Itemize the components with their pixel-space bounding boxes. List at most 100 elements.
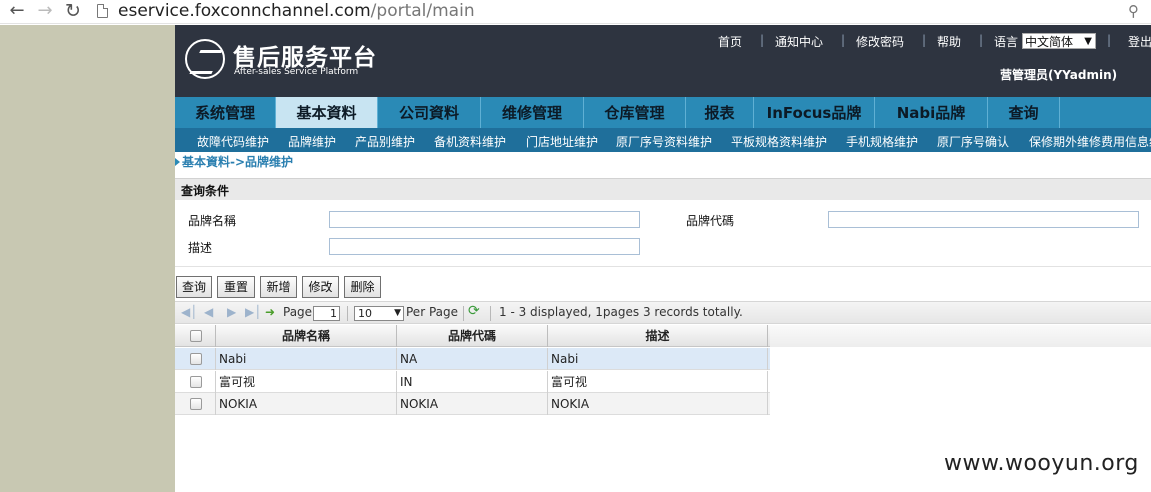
- row-select-cell: [175, 393, 216, 415]
- prev-page-icon[interactable]: ◀: [204, 305, 213, 319]
- link-logout[interactable]: 登出: [1128, 33, 1151, 50]
- link-change-password[interactable]: 修改密码: [856, 33, 904, 50]
- cell-description: 富可视: [548, 371, 768, 393]
- breadcrumb-text: 基本資料->品牌维护: [182, 155, 294, 169]
- submenu-serial-data[interactable]: 原厂序号资料维护: [616, 133, 712, 150]
- cell-brand-code: NOKIA: [397, 393, 548, 415]
- menu-query[interactable]: 查询: [988, 97, 1060, 128]
- page-size-value: 10: [358, 307, 372, 320]
- language-label: 语言: [994, 35, 1019, 49]
- submenu-fault-code[interactable]: 故障代码维护: [197, 133, 269, 150]
- language-select[interactable]: 中文简体 ▼: [1022, 33, 1096, 49]
- menu-reports[interactable]: 报表: [686, 97, 754, 128]
- brand-name-input[interactable]: [329, 211, 640, 228]
- menu-infocus[interactable]: InFocus品牌: [754, 97, 875, 128]
- address-bar[interactable]: eservice.foxconnchannel.com/portal/main: [118, 1, 475, 21]
- menu-system[interactable]: 系统管理: [175, 97, 276, 128]
- description-input[interactable]: [329, 238, 640, 255]
- submenu-phone-spec[interactable]: 手机规格维护: [846, 133, 918, 150]
- browser-toolbar: ← → ↻ eservice.foxconnchannel.com/portal…: [0, 0, 1151, 24]
- url-path: /portal/main: [370, 1, 475, 21]
- sub-menu: 故障代码维护 品牌维护 产品别维护 备机资料维护 门店地址维护 原厂序号资料维护…: [175, 128, 1151, 152]
- next-page-icon[interactable]: ▶: [227, 305, 236, 319]
- column-header-brand-code[interactable]: 品牌代碼: [397, 325, 548, 347]
- table-header: 品牌名稱 品牌代碼 描述: [175, 325, 770, 347]
- link-notifications[interactable]: 通知中心: [775, 33, 823, 50]
- brand-code-input[interactable]: [828, 211, 1139, 228]
- main-menu: 系统管理 基本資料 公司資料 维修管理 仓库管理 报表 InFocus品牌 Na…: [175, 97, 1151, 128]
- row-checkbox[interactable]: [190, 398, 202, 410]
- description-label: 描述: [188, 241, 213, 255]
- page-number-input[interactable]: 1: [313, 306, 340, 321]
- submenu-out-of-warranty-fees[interactable]: 保修期外维修费用信息维护: [1029, 133, 1151, 150]
- breadcrumb: 基本資料->品牌维护: [175, 152, 1151, 174]
- column-header-brand-name[interactable]: 品牌名稱: [216, 325, 397, 347]
- select-all-checkbox[interactable]: [190, 330, 202, 342]
- submenu-serial-confirm[interactable]: 原厂序号确认: [937, 133, 1009, 150]
- add-button[interactable]: 新增: [260, 276, 297, 298]
- table-row[interactable]: NOKIA NOKIA NOKIA: [175, 393, 770, 415]
- table-row[interactable]: Nabi NA Nabi: [175, 348, 770, 370]
- grid-header-extension: [770, 325, 1151, 347]
- submenu-spare-machine[interactable]: 备机资料维护: [434, 133, 506, 150]
- column-header-description[interactable]: 描述: [548, 325, 768, 347]
- site-subtitle: After-sales Service Platform: [234, 67, 359, 77]
- menu-nabi[interactable]: Nabi品牌: [875, 97, 988, 128]
- left-frame: [0, 25, 175, 492]
- separator: [347, 306, 348, 321]
- cell-brand-name: NOKIA: [216, 393, 397, 415]
- table-row[interactable]: 富可视 IN 富可视: [175, 371, 770, 393]
- row-select-cell: [175, 348, 216, 370]
- brand-code-label: 品牌代碼: [686, 214, 735, 228]
- divider: [175, 266, 1151, 267]
- back-arrow-icon[interactable]: ←: [6, 1, 28, 21]
- first-page-icon[interactable]: ◀│: [181, 305, 197, 319]
- select-all-cell: [175, 325, 216, 347]
- url-host: eservice.foxconnchannel.com: [118, 1, 371, 21]
- separator: |: [922, 33, 927, 47]
- row-checkbox[interactable]: [190, 353, 202, 365]
- edit-button[interactable]: 修改: [302, 276, 339, 298]
- row-checkbox[interactable]: [190, 376, 202, 388]
- submenu-product-type[interactable]: 产品别维护: [355, 133, 415, 150]
- reset-button[interactable]: 重置: [217, 276, 255, 298]
- delete-button[interactable]: 删除: [344, 276, 381, 298]
- separator: [490, 306, 491, 321]
- user-name: 营管理员(YYadmin): [1000, 68, 1118, 82]
- site-header: 售后服务平台 After-sales Service Platform 首页 |…: [175, 25, 1151, 97]
- query-panel-title: 查询条件: [181, 184, 230, 198]
- pagination-bar: ◀│ ◀ ▶ ▶│ ➜ Page 1 10 ▼ Per Page ⟳ 1 - 3 …: [175, 301, 1151, 324]
- page-size-select[interactable]: 10 ▼: [354, 306, 404, 321]
- cell-description: Nabi: [548, 348, 768, 370]
- refresh-icon[interactable]: ⟳: [468, 303, 480, 319]
- chevron-down-icon: ▼: [1084, 36, 1092, 47]
- reload-icon[interactable]: ↻: [62, 1, 84, 21]
- query-button[interactable]: 查询: [176, 276, 212, 298]
- row-select-cell: [175, 371, 216, 393]
- watermark: www.wooyun.org: [944, 451, 1139, 476]
- submenu-brand[interactable]: 品牌维护: [288, 133, 336, 150]
- menu-warehouse[interactable]: 仓库管理: [584, 97, 686, 128]
- menu-repair[interactable]: 维修管理: [481, 97, 584, 128]
- cell-brand-name: Nabi: [216, 348, 397, 370]
- separator: |: [1107, 33, 1112, 47]
- cell-description: NOKIA: [548, 393, 768, 415]
- pager-summary: 1 - 3 displayed, 1pages 3 records totall…: [499, 305, 743, 319]
- link-home[interactable]: 首页: [718, 33, 742, 50]
- separator: |: [760, 33, 765, 47]
- submenu-tablet-spec[interactable]: 平板规格资料维护: [731, 133, 827, 150]
- separator: |: [979, 33, 984, 47]
- forward-arrow-icon[interactable]: →: [34, 1, 56, 21]
- go-icon[interactable]: ➜: [265, 305, 275, 319]
- brand-name-label: 品牌名稱: [188, 214, 237, 228]
- page-label: Page: [283, 305, 313, 319]
- extension-icon[interactable]: ⚲: [1128, 2, 1139, 20]
- link-help[interactable]: 帮助: [937, 33, 961, 50]
- menu-company[interactable]: 公司資料: [378, 97, 481, 128]
- cell-brand-code: NA: [397, 348, 548, 370]
- last-page-icon[interactable]: ▶│: [245, 305, 261, 319]
- submenu-store-address[interactable]: 门店地址维护: [526, 133, 598, 150]
- top-links: 首页 | 通知中心 | 修改密码 | 帮助 | 语言 | 登出: [175, 33, 1151, 49]
- cell-brand-name: 富可视: [216, 371, 397, 393]
- menu-basic-data[interactable]: 基本資料: [276, 97, 378, 128]
